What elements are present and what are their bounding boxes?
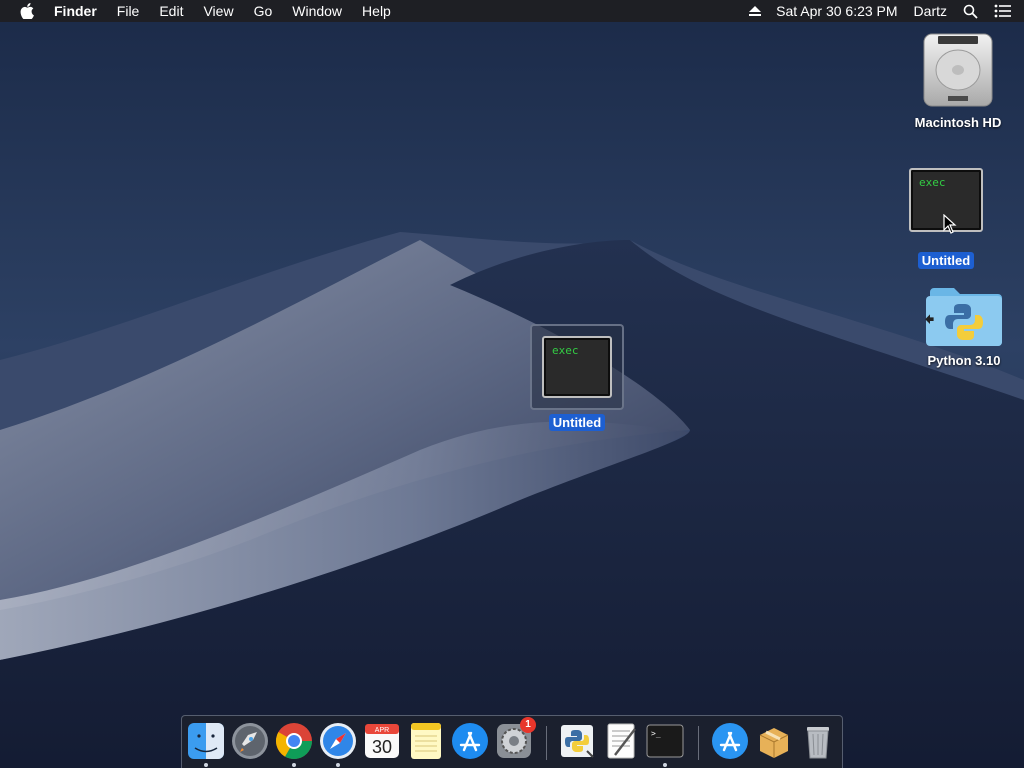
finder-icon [188,723,224,759]
running-indicator [336,763,340,767]
app-store-icon [712,723,748,759]
menu-go[interactable]: Go [244,0,283,22]
drag-selection-box: exec [530,324,624,410]
running-indicator [204,763,208,767]
mouse-cursor-icon [943,214,957,234]
notification-badge: 1 [520,717,536,733]
dock-safari[interactable] [318,721,358,761]
spotlight-search-icon[interactable] [963,4,978,19]
dock-finder[interactable] [186,721,226,761]
menu-clock[interactable]: Sat Apr 30 6:23 PM [776,0,897,22]
dock-python-launcher[interactable] [557,721,597,761]
python-launcher-icon [561,725,594,758]
dock-launchpad[interactable] [230,721,270,761]
dock-separator [698,726,699,760]
dock-trash[interactable] [798,721,838,761]
dock: APR 30 1 >_ [181,715,843,768]
textedit-icon [607,723,636,759]
package-box-icon [759,728,789,758]
apple-menu-icon[interactable] [12,0,42,22]
calendar-month: APR [375,727,389,734]
terminal-icon: >_ [646,724,684,758]
dock-notes[interactable] [406,721,446,761]
exec-document-icon: exec [542,336,612,398]
exec-thumb-text: exec [919,176,946,189]
dock-system-preferences[interactable]: 1 [494,717,536,761]
dock-separator [546,726,547,760]
dock-archive-utility[interactable] [754,721,794,761]
hard-drive-icon [923,33,993,107]
dock-app-store[interactable] [450,721,490,761]
dragged-icon-label: Untitled [548,414,606,431]
calendar-day: 30 [372,737,392,757]
dock-chrome[interactable] [274,721,314,761]
menu-view[interactable]: View [193,0,243,22]
calendar-icon: APR 30 [365,724,399,758]
dock-textedit[interactable] [601,721,641,761]
app-store-icon [452,723,488,759]
menu-window[interactable]: Window [282,0,352,22]
desktop-icon-label: Untitled [917,252,975,269]
desktop-icon-python[interactable]: Python 3.10 [916,282,1012,369]
dock-app-store-2[interactable] [710,721,750,761]
trash-icon [807,727,829,759]
dock-terminal[interactable]: >_ [645,721,685,761]
menu-help[interactable]: Help [352,0,401,22]
desktop-icon-label: Python 3.10 [927,353,1001,368]
exec-thumb-text: exec [552,344,579,357]
menu-edit[interactable]: Edit [149,0,193,22]
desktop-icon-label: Macintosh HD [914,115,1002,130]
menu-file[interactable]: File [107,0,150,22]
app-menu-finder[interactable]: Finder [44,0,107,22]
notes-icon [411,723,441,759]
safari-compass-icon [320,723,356,759]
svg-text:>_: >_ [651,729,661,738]
running-indicator [292,763,296,767]
desktop-icon-macintosh-hd[interactable]: Macintosh HD [908,30,1008,131]
dragged-icon-untitled[interactable]: exec Untitled [530,324,624,431]
running-indicator [663,763,667,767]
eject-icon[interactable] [748,5,762,17]
python-folder-icon [925,288,1002,346]
desktop-wallpaper [0,0,1024,768]
launchpad-rocket-icon [232,723,268,759]
menu-bar: Finder File Edit View Go Window Help Sat… [0,0,1024,22]
chrome-icon [275,723,312,760]
user-menu[interactable]: Dartz [914,0,947,22]
dock-calendar[interactable]: APR 30 [362,721,402,761]
notification-center-icon[interactable] [994,4,1012,18]
